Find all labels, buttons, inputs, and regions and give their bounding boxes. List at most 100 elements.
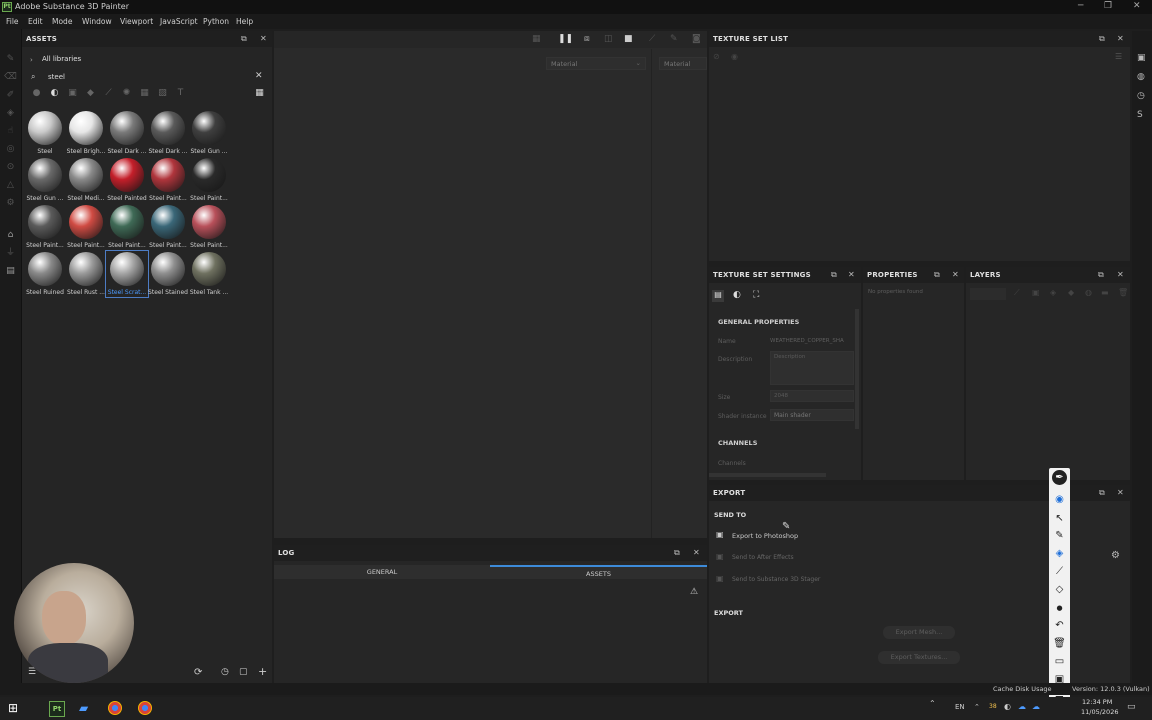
onedrive-icon[interactable]: ☁ <box>1018 702 1026 711</box>
geometry-fill-icon[interactable]: ◈ <box>4 107 17 120</box>
eraser-tool-icon[interactable]: ◇ <box>1052 582 1067 597</box>
picker-icon[interactable]: ⊙ <box>4 161 17 174</box>
tab-assets[interactable]: ASSETS <box>490 565 707 579</box>
material-thumbnail[interactable]: Steel Paint... <box>66 205 106 249</box>
shader-tab-icon[interactable]: ◐ <box>733 290 741 300</box>
warning-icon[interactable]: ⚠ <box>690 587 698 597</box>
float-panel-icon[interactable]: ⧉ <box>674 548 680 558</box>
material-thumbnail[interactable]: Steel Rust ... <box>66 252 106 296</box>
highlighter-icon[interactable]: ◈ <box>1052 546 1067 561</box>
menu-list-icon[interactable]: ☰ <box>1115 52 1122 61</box>
filter-tool-icon[interactable]: ⟋ <box>103 88 114 99</box>
float-panel-icon[interactable]: ⧉ <box>1099 488 1105 498</box>
filter-smart-material-icon[interactable]: ◐ <box>49 88 60 99</box>
chrome-icon[interactable] <box>108 701 122 715</box>
filter-brush-icon[interactable]: ◆ <box>85 88 96 99</box>
bake-icon[interactable]: ⚙ <box>4 197 17 210</box>
material-dropdown-right[interactable]: Material <box>659 57 707 70</box>
material-thumbnail[interactable]: Steel Scrat... <box>105 250 149 298</box>
add-mask-icon[interactable]: ▣ <box>1032 288 1040 297</box>
trash-icon[interactable]: 🗑 <box>1052 636 1067 651</box>
eraser-icon[interactable]: ⌫ <box>4 71 17 84</box>
filter-texture-icon[interactable]: ▣ <box>67 88 78 99</box>
volume-icon[interactable]: ◐ <box>1004 702 1011 711</box>
menu-mode[interactable]: Mode <box>52 17 72 26</box>
ruler-icon[interactable]: ⟋ <box>649 34 655 44</box>
dot-size-icon[interactable]: ● <box>1052 601 1067 616</box>
shader-icon[interactable]: ◍ <box>1137 72 1145 82</box>
add-fill-icon[interactable]: ◈ <box>1050 288 1056 297</box>
tray-chevron-icon[interactable]: ⌃ <box>929 699 936 708</box>
close-panel-icon[interactable]: ✕ <box>952 270 959 279</box>
pen-icon[interactable]: ✎ <box>1052 528 1067 543</box>
menu-javascript[interactable]: JavaScript <box>160 17 198 26</box>
material-thumbnail[interactable]: Steel Gun ... <box>25 158 65 202</box>
material-thumbnail[interactable]: Steel Paint... <box>148 205 188 249</box>
material-thumbnail[interactable]: Steel Tank ... <box>189 252 229 296</box>
name-value[interactable]: WEATHERED_COPPER_SHA <box>770 338 844 344</box>
clock-date[interactable]: 11/05/2026 <box>1081 708 1118 716</box>
display-settings-icon[interactable]: ◫ <box>604 34 613 44</box>
menu-viewport[interactable]: Viewport <box>120 17 153 26</box>
brush-view-icon[interactable]: ✎ <box>670 34 678 44</box>
menu-edit[interactable]: Edit <box>28 17 43 26</box>
material-thumbnail[interactable]: Steel Paint... <box>189 158 229 202</box>
scrollbar[interactable] <box>855 309 859 429</box>
material-thumbnail[interactable]: Steel Dark ... <box>107 111 147 155</box>
close-panel-icon[interactable]: ✕ <box>1117 34 1124 43</box>
uv-tab-icon[interactable]: ⛶ <box>753 290 759 300</box>
float-panel-icon[interactable]: ⧉ <box>1098 270 1104 280</box>
material-thumbnail[interactable]: Steel Medi... <box>66 158 106 202</box>
viewport-toggle-icon[interactable]: ▦ <box>532 34 541 44</box>
description-field[interactable]: Description <box>770 351 854 385</box>
material-thumbnail[interactable]: Steel Paint... <box>25 205 65 249</box>
blend-mode-dropdown[interactable] <box>970 288 1006 300</box>
add-layer-icon[interactable]: ◆ <box>1068 288 1074 297</box>
export-mesh-button[interactable]: Export Mesh... <box>883 626 955 639</box>
visibility-icon[interactable]: ◉ <box>731 52 738 61</box>
filter-alpha-icon[interactable]: ✺ <box>121 88 132 99</box>
measure-icon[interactable]: ⏚ <box>4 247 17 260</box>
painter-taskbar-icon[interactable]: Pt <box>49 701 65 717</box>
close-window-icon[interactable]: ✕ <box>1133 1 1141 11</box>
viewport[interactable]: ▦ ❚❚ ⧈ ◫ ■ ⟋ ✎ ◙ Material ⌄ Material <box>274 31 707 538</box>
close-panel-icon[interactable]: ✕ <box>260 34 267 43</box>
material-thumbnail[interactable]: Steel Stained <box>148 252 188 296</box>
gear-icon[interactable]: ⚙ <box>1111 550 1120 561</box>
chrome-icon-2[interactable] <box>138 701 152 715</box>
wifi-icon[interactable]: ⌃ <box>974 703 980 711</box>
grid-view-icon[interactable]: ▦ <box>254 88 265 99</box>
material-thumbnail[interactable]: Steel Dark ... <box>148 111 188 155</box>
close-panel-icon[interactable]: ✕ <box>1117 270 1124 279</box>
clock-time[interactable]: 12:34 PM <box>1082 698 1112 706</box>
maximize-icon[interactable]: ❐ <box>1104 1 1112 11</box>
undo-icon[interactable]: ↶ <box>1052 618 1067 633</box>
export-to-photoshop[interactable]: Export to Photoshop <box>732 532 798 540</box>
float-panel-icon[interactable]: ⧉ <box>241 34 247 44</box>
camera-icon[interactable]: ■ <box>624 34 633 44</box>
tab-general[interactable]: GENERAL <box>274 565 490 579</box>
substance-icon[interactable]: S <box>1137 110 1143 120</box>
add-paint-icon[interactable]: ◍ <box>1085 288 1092 297</box>
size-dropdown[interactable]: 2048 <box>770 390 854 402</box>
refresh-icon[interactable]: ⟳ <box>194 667 202 678</box>
projection-icon[interactable]: ✐ <box>4 89 17 102</box>
screenshot-icon[interactable]: ◙ <box>692 34 701 44</box>
board-icon[interactable]: ▭ <box>1052 654 1067 669</box>
filter-material-icon[interactable]: ● <box>31 88 42 99</box>
float-panel-icon[interactable]: ⧉ <box>1099 34 1105 44</box>
menu-window[interactable]: Window <box>82 17 112 26</box>
material-thumbnail[interactable]: Steel Gun ... <box>189 111 229 155</box>
send-to-after-effects[interactable]: Send to After Effects <box>732 554 794 561</box>
clear-search-icon[interactable]: ✕ <box>255 71 263 81</box>
delete-layer-icon[interactable]: 🗑 <box>1118 288 1128 297</box>
close-panel-icon[interactable]: ✕ <box>693 548 700 557</box>
material-thumbnail[interactable]: Steel Paint... <box>189 205 229 249</box>
app-taskbar-icon[interactable]: ▰ <box>79 701 95 717</box>
texture-set-icon[interactable]: ▣ <box>1137 53 1146 63</box>
cloud-icon[interactable]: ☁ <box>1032 702 1040 711</box>
filter-grid-icon[interactable]: ▦ <box>139 88 150 99</box>
filter-text-icon[interactable]: T <box>175 88 186 99</box>
close-panel-icon[interactable]: ✕ <box>848 270 855 279</box>
float-panel-icon[interactable]: ⧉ <box>934 270 940 280</box>
